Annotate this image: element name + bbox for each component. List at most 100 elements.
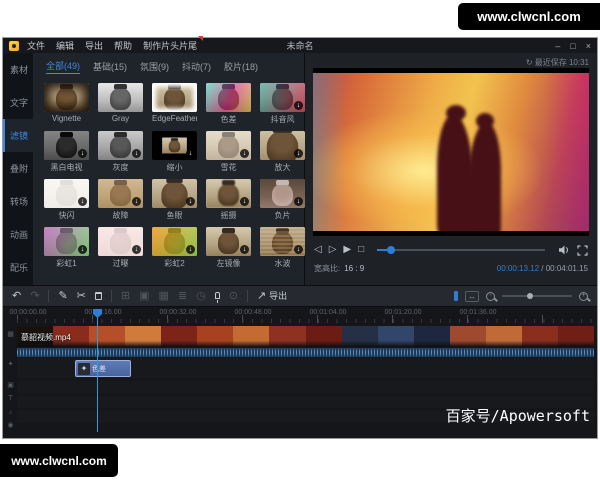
download-icon[interactable]: ↓: [294, 245, 303, 254]
sidebar-item-动画[interactable]: 动画: [3, 218, 33, 251]
prev-frame-button[interactable]: ◁: [314, 243, 322, 257]
zoom-in-icon[interactable]: +: [579, 291, 588, 301]
filter-thumbnail[interactable]: ↓: [260, 131, 305, 160]
download-icon[interactable]: ↓: [294, 197, 303, 206]
filter-thumbnail[interactable]: ↓: [44, 227, 89, 256]
menu-item[interactable]: 帮助: [114, 39, 132, 52]
filter-clip[interactable]: ✦ 色差: [75, 360, 131, 377]
filter-thumbnail[interactable]: ↓: [260, 83, 305, 112]
download-icon[interactable]: ↓: [240, 245, 249, 254]
seek-handle[interactable]: [386, 246, 395, 254]
fullscreen-icon[interactable]: [577, 244, 588, 256]
record-icon[interactable]: [214, 291, 220, 303]
undo-icon[interactable]: ↶: [12, 287, 21, 305]
filter-thumbnail[interactable]: ↓: [44, 179, 89, 208]
sidebar-item-文字[interactable]: 文字: [3, 86, 33, 119]
split-icon[interactable]: ✂: [77, 287, 86, 305]
minimize-button[interactable]: –: [555, 41, 560, 51]
mosaic-icon[interactable]: ▦: [159, 287, 169, 305]
filter-item[interactable]: ↓ 放大: [260, 131, 305, 173]
aspect-ratio-value[interactable]: 16 : 9: [344, 264, 364, 273]
video-track[interactable]: 慕韶视频.mp4: [17, 326, 594, 357]
filter-thumbnail[interactable]: ↓: [98, 131, 143, 160]
overlay-track[interactable]: [17, 381, 594, 393]
playhead-line[interactable]: [97, 313, 98, 432]
sidebar-item-滤镜[interactable]: 滤镜: [3, 119, 33, 152]
filter-item[interactable]: ↓ 灰度: [98, 131, 143, 173]
crop-icon[interactable]: ⊞: [121, 287, 130, 305]
export-icon[interactable]: ↗ 导出: [257, 287, 287, 305]
filter-thumbnail[interactable]: ↓: [152, 131, 197, 160]
download-icon[interactable]: ↓: [294, 149, 303, 158]
filter-thumbnail[interactable]: ↓: [152, 227, 197, 256]
speed-icon[interactable]: ◷: [196, 287, 206, 305]
sidebar-item-转场[interactable]: 转场: [3, 185, 33, 218]
filter-thumbnail[interactable]: ↓: [206, 227, 251, 256]
video-clip-waveform[interactable]: [17, 348, 594, 357]
filter-thumbnail[interactable]: [98, 83, 143, 112]
filter-item[interactable]: ↓ 负片: [260, 179, 305, 221]
filter-item[interactable]: ↓ 左镜像: [206, 227, 251, 269]
tab-氛围(9)[interactable]: 氛围(9): [140, 60, 169, 73]
subtitle-icon[interactable]: ≣: [178, 287, 187, 305]
fit-timeline-icon[interactable]: ↔: [465, 290, 479, 302]
filter-thumbnail[interactable]: ↓: [206, 131, 251, 160]
filter-item[interactable]: ↓ 快闪: [44, 179, 89, 221]
maximize-button[interactable]: □: [570, 41, 575, 51]
download-icon[interactable]: ↓: [294, 101, 303, 110]
filter-thumbnail[interactable]: ↓: [206, 179, 251, 208]
download-icon[interactable]: ↓: [78, 245, 87, 254]
filter-item[interactable]: ↓ 故障: [98, 179, 143, 221]
tab-基础(15)[interactable]: 基础(15): [93, 60, 127, 73]
video-clip-filmstrip[interactable]: [17, 326, 594, 347]
filter-item[interactable]: Vignette: [44, 83, 89, 125]
tab-全部(49)[interactable]: 全部(49): [46, 59, 81, 74]
download-icon[interactable]: ↓: [78, 197, 87, 206]
filter-thumbnail[interactable]: ↓: [98, 179, 143, 208]
volume-icon[interactable]: [558, 244, 570, 256]
timeline-zoom-handle[interactable]: [527, 293, 533, 299]
filter-thumbnail[interactable]: ↓: [152, 179, 197, 208]
filter-thumbnail[interactable]: ↓: [44, 131, 89, 160]
next-frame-button[interactable]: ▶: [343, 243, 351, 257]
filter-thumbnail[interactable]: ↓: [98, 227, 143, 256]
sidebar-item-叠附[interactable]: 叠附: [3, 152, 33, 185]
snapshot-icon[interactable]: ⊙: [229, 287, 238, 305]
download-icon[interactable]: ↓: [132, 245, 141, 254]
pip-icon[interactable]: ▣: [139, 287, 149, 305]
filter-item[interactable]: ↓ 彩虹2: [152, 227, 197, 269]
filter-item[interactable]: Gray: [98, 83, 143, 125]
filter-thumbnail[interactable]: ↓: [260, 179, 305, 208]
filter-item[interactable]: ↓ 黑白电视: [44, 131, 89, 173]
download-icon[interactable]: ↓: [240, 149, 249, 158]
filter-item[interactable]: EdgeFeather: [152, 83, 197, 125]
filter-item[interactable]: ↓ 抖音风: [260, 83, 305, 125]
filter-item[interactable]: ↓ 摇摄: [206, 179, 251, 221]
filter-thumbnail[interactable]: [44, 83, 89, 112]
download-icon[interactable]: ↓: [132, 149, 141, 158]
seek-slider[interactable]: [377, 246, 545, 254]
sidebar-item-素材[interactable]: 素材: [3, 53, 33, 86]
tab-抖动(7)[interactable]: 抖动(7): [182, 60, 211, 73]
delete-icon[interactable]: [94, 292, 102, 300]
tab-胶片(18)[interactable]: 胶片(18): [224, 60, 258, 73]
menu-item[interactable]: 文件: [27, 39, 45, 52]
close-button[interactable]: ×: [586, 41, 591, 51]
menu-item[interactable]: 导出: [85, 39, 103, 52]
download-icon[interactable]: ↓: [186, 149, 195, 158]
filter-item[interactable]: ↓ 水波: [260, 227, 305, 269]
filter-item[interactable]: ↓ 鱼眼: [152, 179, 197, 221]
redo-icon[interactable]: ↷: [30, 287, 39, 305]
download-icon[interactable]: ↓: [240, 197, 249, 206]
filter-item[interactable]: ↓ 过曝: [98, 227, 143, 269]
timeline-zoom-slider[interactable]: [502, 293, 572, 299]
filter-item[interactable]: 色差: [206, 83, 251, 125]
edit-icon[interactable]: ✎: [58, 287, 67, 305]
download-icon[interactable]: ↓: [132, 197, 141, 206]
download-icon[interactable]: ↓: [186, 197, 195, 206]
filter-thumbnail[interactable]: [206, 83, 251, 112]
filter-thumbnail[interactable]: [152, 83, 197, 112]
download-icon[interactable]: ↓: [78, 149, 87, 158]
filter-item[interactable]: ↓ 缩小: [152, 131, 197, 173]
zoom-out-icon[interactable]: -: [486, 291, 495, 301]
